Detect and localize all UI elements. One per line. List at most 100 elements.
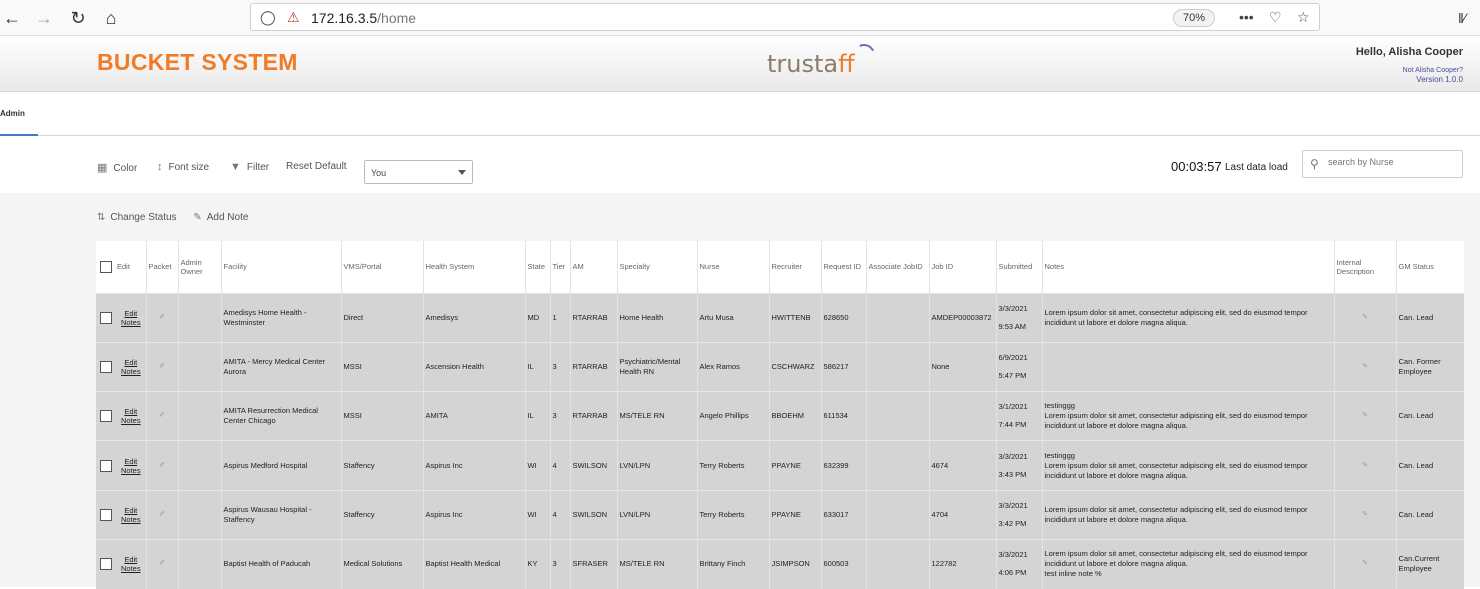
notes-link[interactable]: Notes — [121, 515, 141, 524]
column-header-notes[interactable]: Notes — [1041, 241, 1334, 293]
gm-status-cell: Can. Lead — [1395, 292, 1464, 343]
tab-admin[interactable]: Admin — [0, 109, 25, 118]
table-row[interactable]: Edit Notes ✐ Amedisys Home Health - Westmin… — [96, 292, 1464, 343]
job-id-cell: None — [928, 341, 996, 392]
am-cell: RTARRAB — [569, 391, 617, 441]
shield-icon[interactable]: ◯ — [260, 9, 276, 26]
notes-link[interactable]: Notes — [121, 416, 141, 425]
edit-description-icon[interactable]: ✎ — [1337, 461, 1394, 471]
edit-link[interactable]: Edit — [121, 457, 141, 466]
packet-icon[interactable]: ✐ — [149, 461, 176, 471]
edit-link[interactable]: Edit — [121, 407, 141, 416]
column-header-nurse[interactable]: Nurse — [696, 241, 769, 293]
not-user-link[interactable]: Not Alisha Cooper? — [1403, 67, 1463, 74]
filter-button[interactable]: ▼ Filter — [230, 161, 269, 173]
table-row[interactable]: Edit Notes ✐ Aspirus Medford Hospital Staffe… — [96, 440, 1464, 491]
notes-link[interactable]: Notes — [121, 367, 141, 376]
column-header-vms-portal[interactable]: VMS/Portal — [340, 241, 423, 293]
insecure-lock-icon[interactable]: ⚠ — [287, 9, 300, 26]
column-header-edit[interactable]: Edit — [96, 241, 146, 293]
row-select-cell: Edit Notes — [96, 391, 146, 441]
add-note-button[interactable]: ✎ Add Note — [193, 212, 248, 223]
packet-icon[interactable]: ✐ — [149, 559, 176, 569]
page-actions-icon[interactable]: ••• — [1239, 9, 1254, 25]
column-header-submitted[interactable]: Submitted — [995, 241, 1042, 293]
edit-description-icon[interactable]: ✎ — [1337, 411, 1394, 421]
column-header-facility[interactable]: Facility — [220, 241, 341, 293]
submitted-time: 7:44 PM — [998, 420, 1027, 430]
back-icon[interactable]: ← — [0, 6, 24, 30]
column-header-associate-jobid[interactable]: Associate JobID — [865, 241, 929, 293]
nurse-search-box[interactable]: ⚲ — [1302, 150, 1463, 178]
notes-link[interactable]: Notes — [121, 564, 141, 573]
column-header-health-system[interactable]: Health System — [422, 241, 525, 293]
admin-owner-cell — [177, 440, 221, 491]
row-checkbox[interactable] — [100, 508, 112, 521]
row-checkbox[interactable] — [100, 311, 112, 324]
url-text[interactable]: 172.16.3.5/home — [311, 10, 416, 26]
packet-icon[interactable]: ✐ — [149, 313, 176, 323]
column-header-internal-description[interactable]: Internal Description — [1333, 241, 1396, 293]
bookmark-star-icon[interactable]: ☆ — [1297, 9, 1310, 26]
admin-owner-cell — [177, 292, 221, 343]
table-row[interactable]: Edit Notes ✐ Aspirus Wausau Hospital - Staf… — [96, 489, 1464, 540]
edit-description-icon[interactable]: ✎ — [1337, 559, 1394, 569]
notes-link[interactable]: Notes — [121, 318, 141, 327]
table-row[interactable]: Edit Notes ✐ AMITA - Mercy Medical Center A… — [96, 341, 1464, 392]
column-header-recruiter[interactable]: Recruiter — [768, 241, 821, 293]
reload-icon[interactable]: ↻ — [66, 6, 90, 30]
edit-link[interactable]: Edit — [121, 309, 141, 318]
owner-filter-select[interactable]: You — [364, 160, 473, 184]
notes-cell: testinggg Lorem ipsum dolor sit amet, co… — [1041, 440, 1334, 491]
column-header-packet[interactable]: Packet — [145, 241, 178, 293]
pocket-icon[interactable]: ♡ — [1269, 9, 1282, 26]
edit-description-icon[interactable]: ✎ — [1337, 313, 1394, 323]
submitted-time: 3:42 PM — [998, 518, 1027, 528]
color-button[interactable]: ▦ Color — [97, 161, 137, 174]
packet-icon[interactable]: ✐ — [149, 411, 176, 421]
am-cell: SWILSON — [569, 440, 617, 491]
packet-icon[interactable]: ✐ — [149, 362, 176, 372]
notes-link[interactable]: Notes — [121, 466, 141, 475]
filter-icon: ▼ — [230, 161, 241, 173]
reset-default-button[interactable]: Reset Default — [286, 161, 347, 172]
edit-description-icon[interactable]: ✎ — [1337, 510, 1394, 520]
search-input[interactable] — [1328, 157, 1458, 167]
edit-description-icon[interactable]: ✎ — [1337, 362, 1394, 372]
column-header-gm-status[interactable]: GM Status — [1395, 241, 1464, 293]
column-header-request-id[interactable]: Request ID — [820, 241, 866, 293]
app-header: BUCKET SYSTEM trustaff Hello, Alisha Coo… — [0, 36, 1480, 92]
packet-icon[interactable]: ✐ — [149, 510, 176, 520]
table-row[interactable]: Edit Notes ✐ Baptist Health of Paducah Medic… — [96, 538, 1464, 589]
table-row[interactable]: Edit Notes ✐ AMITA Resurrection Medical Cen… — [96, 391, 1464, 441]
home-icon[interactable]: ⌂ — [99, 6, 123, 30]
column-header-specialty[interactable]: Specialty — [616, 241, 697, 293]
edit-notes-links: Edit Notes — [121, 555, 141, 573]
row-checkbox[interactable] — [100, 558, 112, 571]
row-select-cell: Edit Notes — [96, 440, 146, 491]
address-bar[interactable]: ◯ ⚠ 172.16.3.5/home 70% ••• ♡ ☆ — [250, 3, 1320, 31]
row-checkbox[interactable] — [100, 410, 112, 423]
select-all-checkbox[interactable] — [100, 260, 112, 273]
edit-link[interactable]: Edit — [121, 358, 141, 367]
state-cell: MD — [524, 292, 550, 343]
edit-link[interactable]: Edit — [121, 506, 141, 515]
forward-icon[interactable]: → — [32, 6, 56, 30]
column-header-tier[interactable]: Tier — [549, 241, 570, 293]
submitted-cell: 3/3/2021 9:53 AM — [995, 292, 1042, 343]
column-header-state[interactable]: State — [524, 241, 550, 293]
edit-link[interactable]: Edit — [121, 555, 141, 564]
column-header-am[interactable]: AM — [569, 241, 617, 293]
column-header-job-id[interactable]: Job ID — [928, 241, 996, 293]
submitted-date: 6/9/2021 — [998, 352, 1028, 362]
library-icon[interactable]: ‖⁄ — [1450, 6, 1474, 30]
row-checkbox[interactable] — [100, 459, 112, 472]
zoom-level[interactable]: 70% — [1173, 9, 1215, 27]
font-size-button[interactable]: ↕ Font size — [157, 161, 209, 173]
tab-bar: Admin — [0, 92, 1480, 136]
row-checkbox[interactable] — [100, 360, 112, 373]
column-header-admin-owner[interactable]: Admin Owner — [177, 241, 221, 293]
facility-cell: AMITA Resurrection Medical Center Chicag… — [220, 391, 341, 441]
facility-cell: AMITA - Mercy Medical Center Aurora — [220, 341, 341, 392]
change-status-button[interactable]: ⇅ Change Status — [97, 212, 177, 223]
